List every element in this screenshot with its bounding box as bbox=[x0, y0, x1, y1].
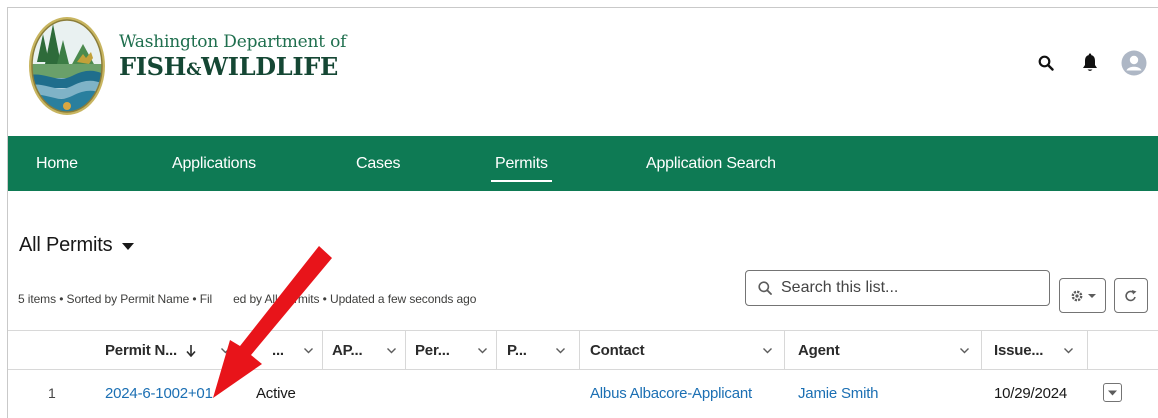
nav-application-search[interactable]: Application Search bbox=[646, 136, 776, 191]
permit-status: Active bbox=[256, 384, 296, 402]
column-label: Permit N... bbox=[105, 342, 177, 359]
column-label: AP... bbox=[332, 342, 363, 359]
column-header-status[interactable]: ... bbox=[272, 331, 284, 370]
agency-name-line1: Washington Department of bbox=[119, 32, 347, 52]
column-label: Per... bbox=[415, 342, 450, 359]
app-frame: Washington Department of FISH&WILDLIFE H… bbox=[7, 7, 1158, 418]
nav-home[interactable]: Home bbox=[36, 136, 78, 191]
issue-date: 10/29/2024 bbox=[994, 384, 1068, 402]
list-settings-button[interactable] bbox=[1059, 278, 1106, 313]
nav-permits[interactable]: Permits bbox=[491, 136, 552, 191]
column-menu-chevron-icon[interactable] bbox=[763, 346, 772, 355]
column-menu-chevron-icon[interactable] bbox=[1064, 346, 1073, 355]
column-header-permit-name[interactable]: Permit N... bbox=[105, 331, 196, 370]
list-view-dropdown-icon[interactable] bbox=[122, 243, 135, 250]
list-meta-info: 5 items • Sorted by Permit Name • Fil ed … bbox=[18, 292, 476, 306]
agency-ampersand: & bbox=[186, 60, 202, 80]
agent-link[interactable]: Jamie Smith bbox=[798, 371, 879, 415]
column-menu-chevron-icon[interactable] bbox=[221, 346, 230, 355]
main-navigation: Home Applications Cases Permits Applicat… bbox=[8, 136, 1158, 191]
nav-application-search-label: Application Search bbox=[646, 154, 776, 172]
agency-name[interactable]: Washington Department of FISH&WILDLIFE bbox=[119, 32, 346, 81]
bell-icon bbox=[1083, 53, 1097, 71]
chevron-down-icon bbox=[1108, 390, 1117, 395]
column-divider[interactable] bbox=[496, 331, 497, 370]
nav-cases-label: Cases bbox=[356, 154, 401, 172]
list-meta-text-end: ed by All permits • Updated a few second… bbox=[233, 292, 477, 306]
table-header: Permit N... ... AP... Per... P... Contac… bbox=[8, 331, 1158, 370]
column-menu-chevron-icon[interactable] bbox=[556, 346, 565, 355]
nav-applications[interactable]: Applications bbox=[172, 136, 256, 191]
column-divider[interactable] bbox=[322, 331, 323, 370]
column-header-ap[interactable]: AP... bbox=[332, 331, 363, 370]
list-search-input[interactable] bbox=[781, 279, 1021, 297]
column-divider[interactable] bbox=[784, 331, 785, 370]
column-divider[interactable] bbox=[1087, 331, 1088, 370]
column-menu-chevron-icon[interactable] bbox=[304, 346, 313, 355]
column-label: ... bbox=[272, 342, 284, 359]
site-header: Washington Department of FISH&WILDLIFE bbox=[8, 8, 1158, 136]
column-label: Issue... bbox=[994, 342, 1044, 359]
column-menu-chevron-icon[interactable] bbox=[478, 346, 487, 355]
row-actions-button[interactable] bbox=[1103, 383, 1122, 402]
column-header-issue-date[interactable]: Issue... bbox=[994, 331, 1043, 370]
wdfw-logo[interactable] bbox=[27, 14, 107, 118]
gear-icon bbox=[1071, 290, 1082, 301]
agency-fish: FISH bbox=[119, 52, 187, 81]
user-avatar-icon bbox=[1121, 50, 1147, 76]
refresh-icon bbox=[1125, 289, 1137, 301]
header-actions bbox=[1033, 50, 1147, 76]
column-divider[interactable] bbox=[579, 331, 580, 370]
list-view-name: All Permits bbox=[19, 234, 113, 256]
user-profile-button[interactable] bbox=[1121, 50, 1147, 76]
column-header-agent[interactable]: Agent bbox=[798, 331, 840, 370]
table-row: 1 2024-6-1002+01 Active Albus Albacore-A… bbox=[8, 371, 1158, 418]
sort-descending-icon bbox=[186, 344, 196, 357]
column-label: Contact bbox=[590, 342, 645, 359]
search-button[interactable] bbox=[1033, 50, 1059, 76]
search-icon bbox=[758, 281, 772, 295]
column-divider[interactable] bbox=[981, 331, 982, 370]
column-menu-chevron-icon[interactable] bbox=[387, 346, 396, 355]
column-header-per[interactable]: Per... bbox=[415, 331, 450, 370]
notifications-button[interactable] bbox=[1077, 50, 1103, 76]
chevron-down-icon bbox=[1087, 293, 1096, 298]
list-search-box[interactable] bbox=[745, 270, 1050, 306]
refresh-button[interactable] bbox=[1114, 278, 1148, 313]
list-view-title[interactable]: All Permits bbox=[19, 234, 135, 257]
nav-applications-label: Applications bbox=[172, 154, 256, 172]
nav-cases[interactable]: Cases bbox=[356, 136, 401, 191]
column-label: P... bbox=[507, 342, 527, 359]
agency-wildlife: WILDLIFE bbox=[201, 52, 339, 81]
search-icon bbox=[1038, 55, 1054, 71]
nav-home-label: Home bbox=[36, 154, 78, 172]
column-label: Agent bbox=[798, 342, 840, 359]
contact-link[interactable]: Albus Albacore-Applicant bbox=[590, 371, 752, 415]
list-meta-text-start: 5 items • Sorted by Permit Name • Fil bbox=[18, 292, 213, 306]
column-header-p[interactable]: P... bbox=[507, 331, 527, 370]
column-divider[interactable] bbox=[405, 331, 406, 370]
permit-name-link[interactable]: 2024-6-1002+01 bbox=[105, 371, 213, 415]
row-number: 1 bbox=[48, 385, 56, 401]
column-menu-chevron-icon[interactable] bbox=[960, 346, 969, 355]
agency-name-line2: FISH&WILDLIFE bbox=[119, 52, 346, 81]
column-header-contact[interactable]: Contact bbox=[590, 331, 645, 370]
nav-permits-label: Permits bbox=[495, 154, 548, 172]
